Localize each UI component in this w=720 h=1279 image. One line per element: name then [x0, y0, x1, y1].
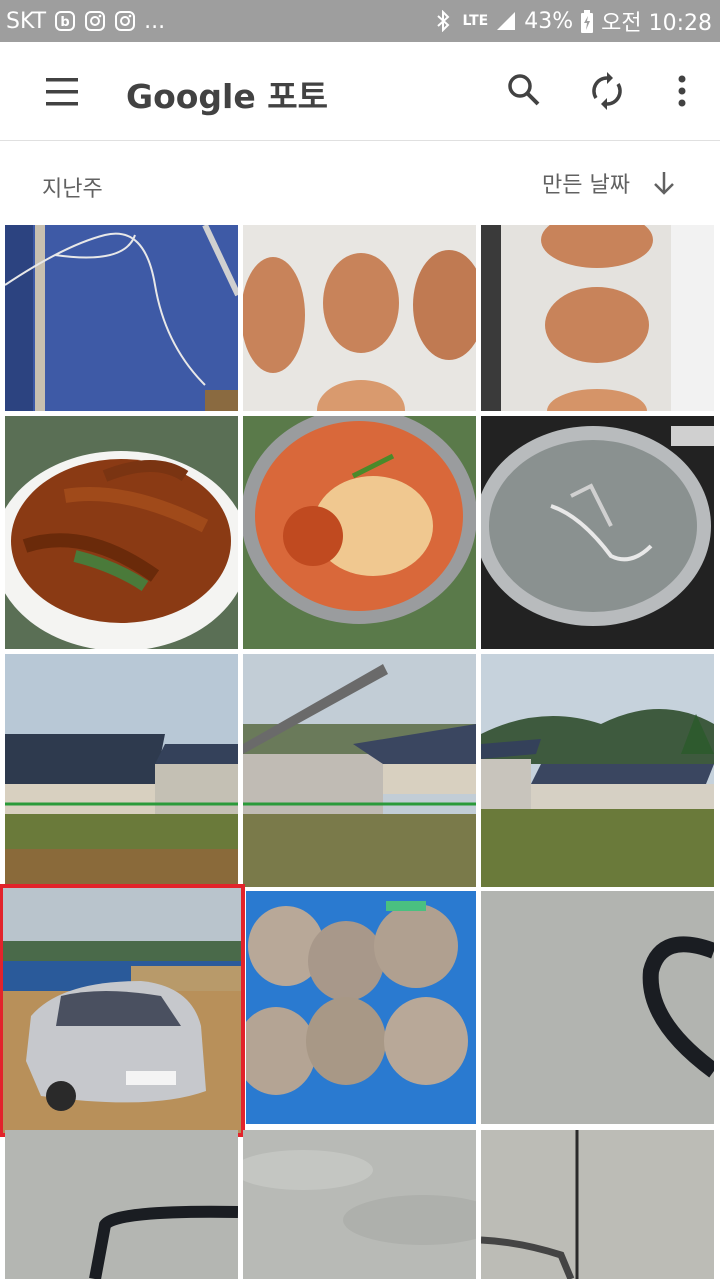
sort-label: 만든 날짜 — [542, 173, 630, 198]
sort-button[interactable]: 만든 날짜 — [542, 167, 676, 199]
menu-icon — [46, 78, 78, 106]
svg-text:b: b — [60, 15, 69, 30]
more-notifications: ... — [144, 8, 166, 34]
network-type: LTE — [462, 13, 489, 29]
sync-button[interactable] — [586, 70, 628, 112]
battery-charging-icon — [580, 10, 594, 33]
arrow-down-icon — [654, 172, 674, 195]
photo-solar-farm-3[interactable] — [481, 654, 714, 887]
photo-antenna-sky[interactable] — [481, 1130, 714, 1279]
search-icon — [508, 74, 540, 106]
instagram-icon — [114, 10, 136, 32]
search-button[interactable] — [504, 70, 544, 110]
photo-soup-pot[interactable] — [481, 416, 714, 649]
photo-sky[interactable] — [243, 1130, 476, 1279]
photo-solar-farm-1[interactable] — [5, 654, 238, 887]
photo-eggs-tray[interactable] — [243, 225, 476, 411]
blog-icon: b — [54, 10, 76, 32]
bluetooth-icon — [434, 9, 456, 33]
battery-percent: 43% — [524, 8, 574, 34]
more-vert-icon — [678, 75, 686, 107]
sync-icon — [592, 72, 622, 110]
photo-kimchi-stew[interactable] — [243, 416, 476, 649]
app-bar: Google 포토 — [0, 42, 720, 141]
photo-railing-sky[interactable] — [481, 891, 714, 1124]
menu-button[interactable] — [40, 72, 84, 112]
photo-grid — [0, 225, 720, 1279]
photo-tarp-cable[interactable] — [5, 225, 238, 411]
photo-solar-farm-2[interactable] — [243, 654, 476, 887]
instagram-icon — [84, 10, 106, 32]
photo-railing-sky-2[interactable] — [5, 1130, 238, 1279]
section-date-label: 지난주 — [42, 177, 103, 202]
photo-eggs-tray-2[interactable] — [481, 225, 714, 411]
page-title: Google 포토 — [126, 77, 328, 116]
photo-car[interactable] — [0, 884, 245, 1137]
more-options-button[interactable] — [668, 70, 696, 112]
signal-icon — [495, 10, 517, 32]
section-header: 지난주 만든 날짜 — [0, 141, 720, 225]
status-bar: SKT b ... LTE 43% 오전 10:28 — [0, 0, 720, 42]
photo-pepper-side-dish[interactable] — [5, 416, 238, 649]
clock: 오전 10:28 — [601, 11, 712, 36]
photo-fish-bags[interactable] — [246, 891, 476, 1124]
carrier-label: SKT — [6, 8, 47, 34]
